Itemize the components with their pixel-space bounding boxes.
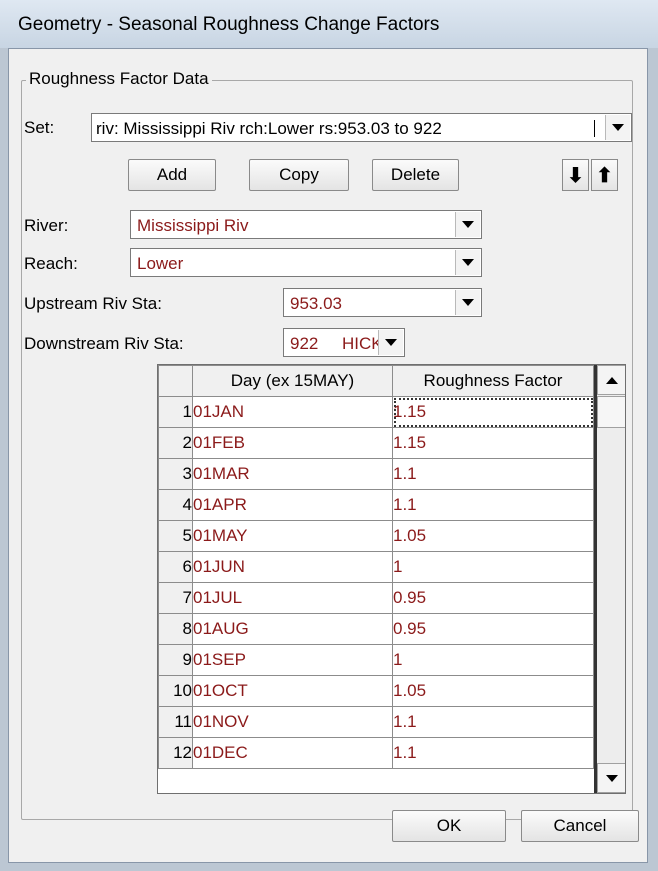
day-cell[interactable]: 01MAY bbox=[192, 520, 393, 552]
column-header-day[interactable]: Day (ex 15MAY) bbox=[192, 365, 393, 397]
chevron-down-icon[interactable] bbox=[605, 115, 630, 140]
day-cell[interactable]: 01DEC bbox=[192, 737, 393, 769]
title-bar[interactable]: Geometry - Seasonal Roughness Change Fac… bbox=[0, 0, 658, 48]
table-row[interactable]: 4 01APR 1.1 bbox=[158, 489, 594, 521]
scroll-down-icon[interactable] bbox=[597, 763, 625, 793]
chevron-down-icon[interactable] bbox=[455, 290, 480, 315]
day-cell[interactable]: 01AUG bbox=[192, 613, 393, 645]
row-number[interactable]: 5 bbox=[158, 520, 193, 552]
table-row[interactable]: 10 01OCT 1.05 bbox=[158, 675, 594, 707]
group-legend: Roughness Factor Data bbox=[26, 69, 212, 89]
table-row[interactable]: 3 01MAR 1.1 bbox=[158, 458, 594, 490]
row-number[interactable]: 3 bbox=[158, 458, 193, 490]
cancel-button[interactable]: Cancel bbox=[521, 810, 639, 842]
table-row[interactable]: 7 01JUL 0.95 bbox=[158, 582, 594, 614]
chevron-down-icon[interactable] bbox=[378, 330, 403, 355]
row-number[interactable]: 1 bbox=[158, 396, 193, 428]
scroll-up-icon[interactable] bbox=[597, 365, 625, 395]
day-cell[interactable]: 01JUN bbox=[192, 551, 393, 583]
downstream-label: Downstream Riv Sta: bbox=[24, 334, 184, 353]
row-number[interactable]: 11 bbox=[158, 706, 193, 738]
factor-cell[interactable]: 1.1 bbox=[392, 458, 594, 490]
roughness-grid: Day (ex 15MAY) Roughness Factor 1 01JAN 1.… bbox=[158, 365, 594, 769]
row-number[interactable]: 12 bbox=[158, 737, 193, 769]
set-label: Set: bbox=[24, 118, 55, 137]
factor-cell[interactable]: 1 bbox=[392, 644, 594, 676]
arrow-up-icon[interactable]: ⬆ bbox=[591, 159, 618, 191]
row-header-corner bbox=[158, 365, 193, 397]
day-cell[interactable]: 01NOV bbox=[192, 706, 393, 738]
day-cell[interactable]: 01MAR bbox=[192, 458, 393, 490]
window-title: Geometry - Seasonal Roughness Change Fac… bbox=[18, 14, 440, 35]
factor-cell[interactable]: 0.95 bbox=[392, 613, 594, 645]
row-number[interactable]: 8 bbox=[158, 613, 193, 645]
arrow-down-icon[interactable]: ⬇ bbox=[562, 159, 589, 191]
day-cell[interactable]: 01OCT bbox=[192, 675, 393, 707]
river-label: River: bbox=[24, 216, 69, 235]
row-number[interactable]: 9 bbox=[158, 644, 193, 676]
factor-cell[interactable]: 1.1 bbox=[392, 489, 594, 521]
table-row[interactable]: 9 01SEP 1 bbox=[158, 644, 594, 676]
day-cell[interactable]: 01FEB bbox=[192, 427, 393, 459]
factor-cell[interactable]: 1 bbox=[392, 551, 594, 583]
table-row[interactable]: 12 01DEC 1.1 bbox=[158, 737, 594, 769]
row-number[interactable]: 6 bbox=[158, 551, 193, 583]
factor-cell[interactable]: 1.05 bbox=[392, 675, 594, 707]
table-row[interactable]: 8 01AUG 0.95 bbox=[158, 613, 594, 645]
day-cell[interactable]: 01JUL bbox=[192, 582, 393, 614]
river-value: Mississippi Riv bbox=[137, 216, 249, 235]
table-row[interactable]: 5 01MAY 1.05 bbox=[158, 520, 594, 552]
delete-button[interactable]: Delete bbox=[372, 159, 459, 191]
chevron-down-icon[interactable] bbox=[455, 212, 480, 237]
row-number[interactable]: 10 bbox=[158, 675, 193, 707]
factor-cell[interactable]: 1.1 bbox=[392, 706, 594, 738]
factor-cell[interactable]: 1.1 bbox=[392, 737, 594, 769]
set-dropdown[interactable]: riv: Mississippi Riv rch:Lower rs:953.03… bbox=[91, 113, 632, 142]
day-cell[interactable]: 01APR bbox=[192, 489, 393, 521]
upstream-dropdown[interactable]: 953.03 bbox=[283, 288, 482, 317]
roughness-table[interactable]: Day (ex 15MAY) Roughness Factor 1 01JAN 1.… bbox=[157, 364, 626, 794]
reach-dropdown[interactable]: Lower bbox=[130, 248, 482, 277]
table-row[interactable]: 1 01JAN 1.15 bbox=[158, 396, 594, 428]
reach-label: Reach: bbox=[24, 254, 78, 273]
river-dropdown[interactable]: Mississippi Riv bbox=[130, 210, 482, 239]
table-row[interactable]: 6 01JUN 1 bbox=[158, 551, 594, 583]
vertical-scrollbar[interactable] bbox=[594, 365, 625, 793]
upstream-value: 953.03 bbox=[290, 294, 342, 313]
table-header-row: Day (ex 15MAY) Roughness Factor bbox=[158, 365, 594, 397]
day-cell[interactable]: 01SEP bbox=[192, 644, 393, 676]
row-number[interactable]: 2 bbox=[158, 427, 193, 459]
copy-button[interactable]: Copy bbox=[249, 159, 349, 191]
set-value: riv: Mississippi Riv rch:Lower rs:953.03… bbox=[96, 119, 442, 138]
add-button[interactable]: Add bbox=[128, 159, 216, 191]
factor-cell[interactable]: 1.05 bbox=[392, 520, 594, 552]
upstream-label: Upstream Riv Sta: bbox=[24, 294, 162, 313]
text-cursor bbox=[594, 120, 595, 137]
table-row[interactable]: 11 01NOV 1.1 bbox=[158, 706, 594, 738]
scroll-thumb[interactable] bbox=[597, 396, 625, 428]
table-row[interactable]: 2 01FEB 1.15 bbox=[158, 427, 594, 459]
row-number[interactable]: 4 bbox=[158, 489, 193, 521]
factor-cell[interactable]: 0.95 bbox=[392, 582, 594, 614]
row-number[interactable]: 7 bbox=[158, 582, 193, 614]
reach-value: Lower bbox=[137, 254, 184, 273]
downstream-dropdown[interactable]: 922 HICKM bbox=[283, 328, 405, 357]
column-header-factor[interactable]: Roughness Factor bbox=[392, 365, 594, 397]
day-cell[interactable]: 01JAN bbox=[192, 396, 393, 428]
chevron-down-icon[interactable] bbox=[455, 250, 480, 275]
factor-cell[interactable]: 1.15 bbox=[392, 427, 594, 459]
ok-button[interactable]: OK bbox=[392, 810, 506, 842]
factor-cell[interactable]: 1.15 bbox=[392, 396, 594, 428]
